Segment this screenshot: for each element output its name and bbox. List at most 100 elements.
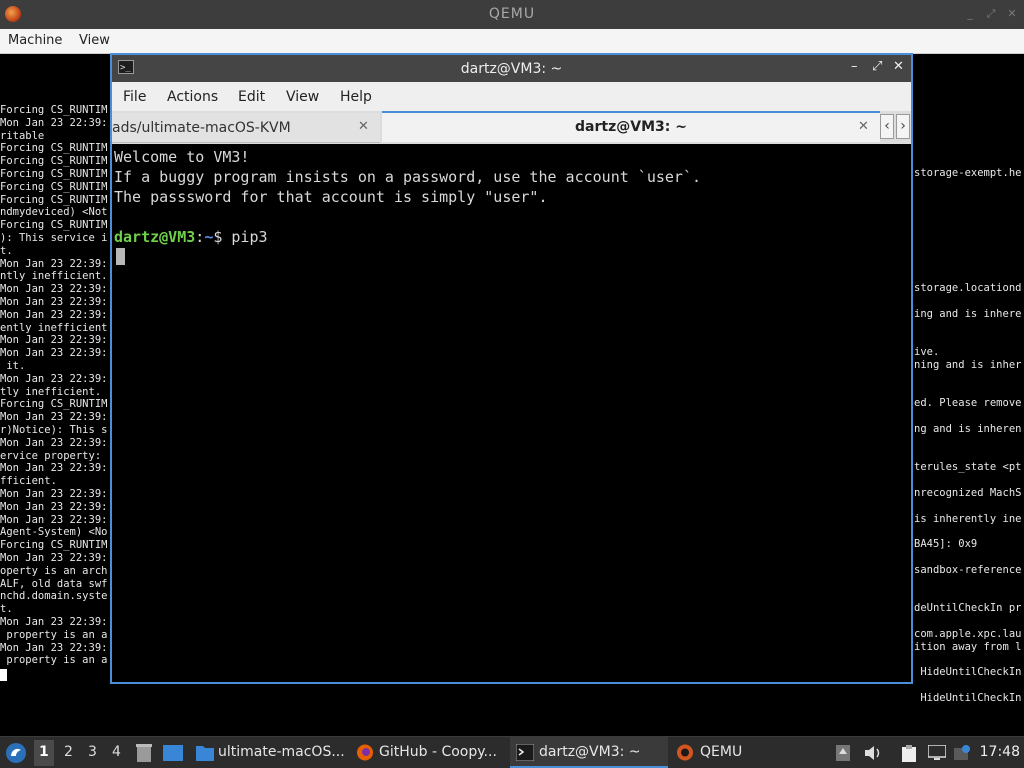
display-icon[interactable]: [928, 745, 946, 761]
console-line: Agent-System) <No: [0, 526, 108, 539]
close-tab-icon[interactable]: ✕: [358, 119, 369, 134]
console-line: Mon Jan 23 22:39:: [0, 513, 108, 526]
console-line: Mon Jan 23 22:39:: [0, 641, 108, 654]
volume-icon[interactable]: [864, 745, 882, 761]
console-line: Mon Jan 23 22:39:: [0, 334, 108, 347]
terminal-icon: [516, 744, 534, 761]
menu-file[interactable]: File: [123, 89, 146, 105]
taskbar-item-label: dartz@VM3: ~: [539, 744, 641, 760]
workspace-1[interactable]: 1: [39, 744, 49, 760]
qemu-titlebar: QEMU _ ⤢ ✕: [0, 0, 1024, 29]
upload-icon[interactable]: [836, 745, 850, 761]
clock: 17:48: [979, 744, 1020, 760]
tab-dartz-vm3[interactable]: dartz@VM3: ~ ✕: [382, 111, 880, 142]
console-line: Forcing CS_RUNTIM: [0, 155, 108, 168]
console-line: Forcing CS_RUNTIM: [0, 219, 108, 232]
console-line: Mon Jan 23 22:39:: [0, 283, 108, 296]
prompt-path: ~: [204, 228, 214, 246]
qemu-window-title: QEMU: [488, 6, 536, 22]
menu-actions[interactable]: Actions: [167, 89, 218, 105]
console-line: Forcing CS_RUNTIM: [0, 180, 108, 193]
terminal-window[interactable]: >_ dartz@VM3: ~ – ⤢ ✕ File Actions Edit …: [110, 53, 913, 684]
close-icon[interactable]: ✕: [1006, 8, 1018, 20]
console-line-fragment: storage-exempt.he: [914, 167, 1022, 179]
desktop-icon[interactable]: [163, 745, 183, 761]
typed-command: pip3: [231, 228, 268, 246]
workspace-3[interactable]: 3: [88, 744, 97, 760]
workspace-2[interactable]: 2: [64, 744, 73, 760]
console-line: Mon Jan 23 22:39:: [0, 436, 108, 449]
console-line: Forcing CS_RUNTIM: [0, 193, 108, 206]
taskbar-item-label: ultimate-macOS...: [218, 744, 345, 760]
minimize-icon[interactable]: _: [964, 8, 976, 20]
console-line: property is an a: [0, 654, 108, 667]
prompt-user: dartz@VM3: [114, 228, 196, 246]
menu-edit[interactable]: Edit: [238, 89, 265, 105]
console-line: Forcing CS_RUNTIM: [0, 104, 108, 116]
console-line-fragment: nrecognized MachS: [914, 487, 1022, 499]
console-line-fragment: storage.locationd: [914, 282, 1022, 295]
taskbar-item-label: GitHub - Coopy...: [379, 744, 497, 760]
prompt-line: dartz@VM3:~$ pip3: [114, 227, 268, 247]
console-line: Forcing CS_RUNTIM: [0, 539, 108, 552]
menu-help[interactable]: Help: [340, 89, 372, 105]
console-line: Mon Jan 23 22:39:: [0, 462, 108, 475]
console-line: ALF, old data swf: [0, 577, 108, 590]
tab-ultimate-macos-kvm[interactable]: ads/ultimate-macOS-KVM ✕: [112, 113, 380, 143]
console-line: t.: [0, 603, 13, 616]
terminal-titlebar[interactable]: >_ dartz@VM3: ~ – ⤢ ✕: [112, 55, 911, 82]
console-line: Mon Jan 23 22:39:: [0, 500, 108, 513]
console-line: ritable: [0, 129, 45, 142]
console-line-fragment: terules_state <pt: [914, 461, 1022, 474]
menu-machine[interactable]: Machine: [8, 33, 62, 48]
menu-view[interactable]: View: [79, 33, 110, 48]
console-line: Mon Jan 23 22:39:: [0, 411, 108, 424]
maximize-icon[interactable]: ⤢: [985, 8, 997, 20]
terminal-tabbar: ads/ultimate-macOS-KVM ✕ dartz@VM3: ~ ✕ …: [112, 111, 911, 144]
taskbar-item-firefox[interactable]: GitHub - Coopy...: [352, 737, 507, 768]
console-line-fragment: HideUntilCheckIn: [914, 666, 1022, 679]
console-line: ntly inefficient.: [0, 270, 108, 283]
taskbar-item-file-manager[interactable]: ultimate-macOS...: [192, 737, 347, 768]
close-tab-icon[interactable]: ✕: [858, 119, 869, 134]
close-icon[interactable]: ✕: [893, 59, 904, 74]
console-line-fragment: ning and is inher: [914, 359, 1022, 371]
console-line: property is an a: [0, 628, 108, 641]
trash-icon[interactable]: [135, 743, 153, 763]
console-line-fragment: is inherently ine: [914, 512, 1022, 525]
qemu-icon: [677, 744, 693, 761]
output-line: If a buggy program insists on a password…: [114, 168, 701, 186]
console-line-fragment: sandbox-reference: [914, 563, 1022, 576]
taskbar-item-terminal[interactable]: dartz@VM3: ~: [510, 737, 668, 768]
console-line: Mon Jan 23 22:39:: [0, 116, 108, 129]
clipboard-icon[interactable]: [900, 744, 918, 762]
network-icon[interactable]: [953, 744, 971, 762]
menu-view[interactable]: View: [286, 89, 319, 105]
console-line: Forcing CS_RUNTIM: [0, 398, 108, 411]
tab-label: dartz@VM3: ~: [575, 119, 687, 135]
tab-scroll-right-icon[interactable]: ›: [896, 114, 910, 139]
console-line: Forcing CS_RUNTIM: [0, 142, 108, 155]
console-line: Mon Jan 23 22:39:: [0, 257, 108, 270]
console-line: ervice property:: [0, 449, 108, 462]
console-line: Mon Jan 23 22:39:: [0, 552, 108, 564]
console-line: Forcing CS_RUNTIM: [0, 168, 108, 180]
console-line-fragment: HideUntilCheckIn: [914, 691, 1022, 704]
qemu-menubar: Machine View: [0, 29, 1024, 54]
console-line-fragment: ed. Please remove: [914, 397, 1022, 410]
taskbar-item-qemu[interactable]: QEMU: [672, 737, 782, 768]
terminal-output[interactable]: Welcome to VM3! If a buggy program insis…: [114, 146, 911, 682]
console-line: nchd.domain.syste: [0, 590, 108, 603]
tab-scroll-left-icon[interactable]: ‹: [880, 114, 894, 139]
console-line: tly inefficient.: [0, 385, 102, 398]
workspace-4[interactable]: 4: [112, 744, 121, 760]
console-line: Mon Jan 23 22:39:: [0, 308, 108, 321]
maximize-icon[interactable]: ⤢: [872, 59, 882, 74]
console-line: Mon Jan 23 22:39:: [0, 372, 108, 385]
console-line-fragment: ng and is inheren: [914, 423, 1022, 435]
output-line: The passsword for that account is simply…: [114, 188, 548, 206]
text-cursor: [116, 248, 125, 265]
taskbar-item-label: QEMU: [700, 744, 743, 760]
minimize-icon[interactable]: –: [851, 59, 858, 74]
start-menu-icon[interactable]: [5, 742, 27, 764]
